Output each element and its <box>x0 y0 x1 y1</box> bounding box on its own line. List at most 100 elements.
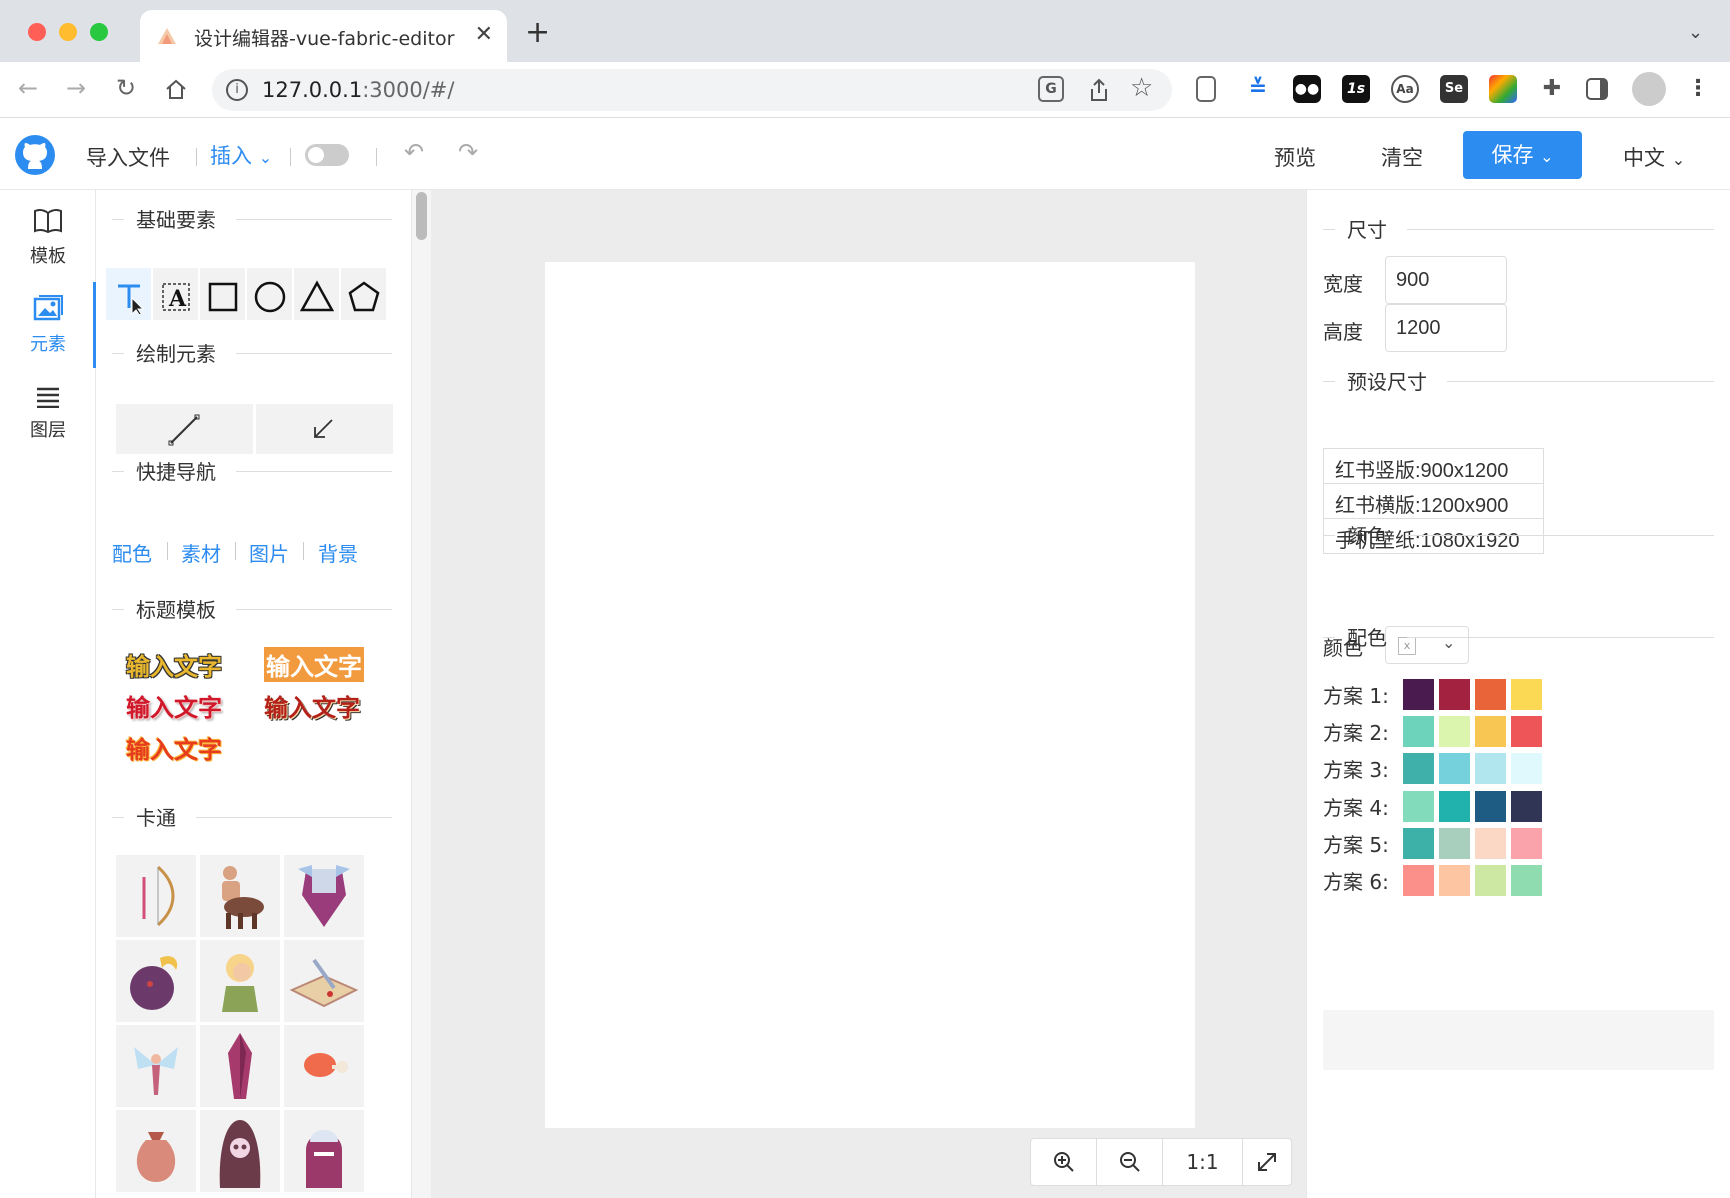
color-swatch[interactable] <box>1475 827 1506 859</box>
ext-arrow-icon[interactable]: ≚ <box>1244 75 1272 103</box>
color-swatch[interactable] <box>1439 716 1470 748</box>
wordart-template-3[interactable]: 输入文字 <box>126 688 222 723</box>
color-swatch[interactable] <box>1475 679 1506 710</box>
zoom-in-button[interactable] <box>1031 1139 1097 1185</box>
zoom-out-button[interactable] <box>1097 1139 1163 1185</box>
minimize-window-icon[interactable] <box>59 23 77 41</box>
profile-icon[interactable] <box>1632 72 1666 106</box>
new-tab-button[interactable]: + <box>525 18 550 48</box>
reader-icon[interactable] <box>1196 76 1216 102</box>
menu-icon[interactable]: ⋮ <box>1684 75 1712 103</box>
nav-layers[interactable]: 图层 <box>0 386 96 442</box>
color-swatch[interactable] <box>1511 865 1542 896</box>
snap-toggle[interactable] <box>305 144 349 166</box>
sidepanel-icon[interactable] <box>1586 78 1608 100</box>
elf-icon[interactable] <box>200 940 280 1022</box>
color-swatch[interactable] <box>1403 827 1434 859</box>
canvas-workspace[interactable]: 1:1 <box>431 190 1307 1198</box>
zoom-reset-button[interactable]: 1:1 <box>1163 1139 1243 1185</box>
insert-dropdown[interactable]: 插入 ⌄ <box>210 140 272 170</box>
crystal-icon[interactable] <box>200 1025 280 1107</box>
browser-tab[interactable]: 设计编辑器-vue-fabric-editor ✕ <box>140 10 507 62</box>
tab-close-icon[interactable]: ✕ <box>475 22 493 47</box>
save-button[interactable]: 保存 ⌄ <box>1463 131 1582 179</box>
quicknav-images[interactable]: 图片 <box>249 538 289 567</box>
color-swatch[interactable] <box>1475 865 1506 896</box>
ext-eyes-icon[interactable]: ●● <box>1293 75 1321 103</box>
color-swatch[interactable] <box>1511 790 1542 822</box>
nav-elements[interactable]: 元素 <box>0 294 96 356</box>
centaur-icon[interactable] <box>200 855 280 937</box>
ext-color-icon[interactable] <box>1489 75 1517 103</box>
artboard[interactable] <box>545 262 1195 1128</box>
height-input[interactable]: 1200 <box>1385 304 1507 352</box>
color-swatch[interactable] <box>1439 753 1470 785</box>
color-swatch[interactable] <box>1439 790 1470 822</box>
wordart-template-4[interactable]: 输入文字 <box>264 688 360 723</box>
scrollbar-thumb[interactable] <box>416 192 427 240</box>
language-dropdown[interactable]: 中文 ⌄ <box>1623 142 1685 172</box>
meat-icon[interactable] <box>284 1025 364 1107</box>
reload-icon[interactable]: ↻ <box>116 76 136 100</box>
color-swatch[interactable] <box>1475 753 1506 785</box>
address-bar[interactable]: i 127.0.0.1:3000/#/ G ☆ <box>212 69 1172 111</box>
color-swatch[interactable] <box>1403 790 1434 822</box>
back-icon[interactable]: ← <box>18 76 38 100</box>
undo-icon[interactable]: ↶ <box>404 138 424 166</box>
bow-icon[interactable] <box>116 855 196 937</box>
color-swatch[interactable] <box>1403 865 1434 896</box>
share-icon[interactable] <box>1088 78 1110 102</box>
github-icon[interactable] <box>14 134 56 176</box>
fairy-icon[interactable] <box>116 1025 196 1107</box>
maximize-window-icon[interactable] <box>90 23 108 41</box>
draw-line-tool[interactable] <box>116 404 253 454</box>
fullscreen-button[interactable] <box>1243 1139 1291 1185</box>
monster-icon[interactable] <box>116 940 196 1022</box>
panel-scrollbar[interactable] <box>411 190 431 1198</box>
redo-icon[interactable]: ↷ <box>458 138 478 166</box>
polygon-tool[interactable] <box>341 268 386 320</box>
skull-hood-icon[interactable] <box>200 1110 280 1192</box>
rect-tool[interactable] <box>200 268 245 320</box>
close-window-icon[interactable] <box>28 23 46 41</box>
ext-aa-icon[interactable]: Aa <box>1391 75 1419 103</box>
color-swatch[interactable] <box>1475 716 1506 748</box>
wordart-template-5[interactable]: 输入文字 <box>126 730 222 765</box>
wordart-template-2[interactable]: 输入文字 <box>264 647 364 682</box>
color-swatch[interactable] <box>1511 753 1542 785</box>
width-input[interactable]: 900 <box>1385 256 1507 304</box>
translate-icon[interactable]: G <box>1038 76 1064 102</box>
import-file-button[interactable]: 导入文件 <box>86 142 170 172</box>
color-swatch[interactable] <box>1439 865 1470 896</box>
color-swatch[interactable] <box>1475 790 1506 822</box>
puzzle-icon[interactable]: ✚ <box>1538 75 1566 103</box>
clear-button[interactable]: 清空 <box>1381 142 1423 172</box>
preset-landscape[interactable]: 红书横版:1200x900 <box>1323 483 1544 519</box>
color-swatch[interactable] <box>1511 716 1542 748</box>
tab-search-chevron-icon[interactable]: ⌄ <box>1688 22 1703 43</box>
map-icon[interactable] <box>284 940 364 1022</box>
ext-se-icon[interactable]: Se <box>1440 75 1468 103</box>
star-icon[interactable]: ☆ <box>1130 73 1153 103</box>
draw-arrow-tool[interactable] <box>256 404 393 454</box>
nav-templates[interactable]: 模板 <box>0 208 96 268</box>
color-swatch[interactable] <box>1511 827 1542 859</box>
color-swatch[interactable] <box>1511 679 1542 710</box>
color-swatch[interactable] <box>1403 679 1434 710</box>
color-swatch[interactable] <box>1403 753 1434 785</box>
preset-portrait[interactable]: 红书竖版:900x1200 <box>1323 448 1544 484</box>
site-info-icon[interactable]: i <box>226 79 248 101</box>
color-swatch[interactable] <box>1439 679 1470 710</box>
armor-icon[interactable] <box>284 855 364 937</box>
color-swatch[interactable] <box>1439 827 1470 859</box>
quicknav-material[interactable]: 素材 <box>181 538 221 567</box>
bag-icon[interactable] <box>116 1110 196 1192</box>
preview-button[interactable]: 预览 <box>1274 142 1316 172</box>
forward-icon[interactable]: → <box>66 76 86 100</box>
color-swatch[interactable] <box>1403 716 1434 748</box>
knight-icon[interactable] <box>284 1110 364 1192</box>
home-icon[interactable] <box>164 78 188 100</box>
quicknav-background[interactable]: 背景 <box>318 538 358 567</box>
triangle-tool[interactable] <box>294 268 339 320</box>
text-tool[interactable] <box>106 268 151 320</box>
